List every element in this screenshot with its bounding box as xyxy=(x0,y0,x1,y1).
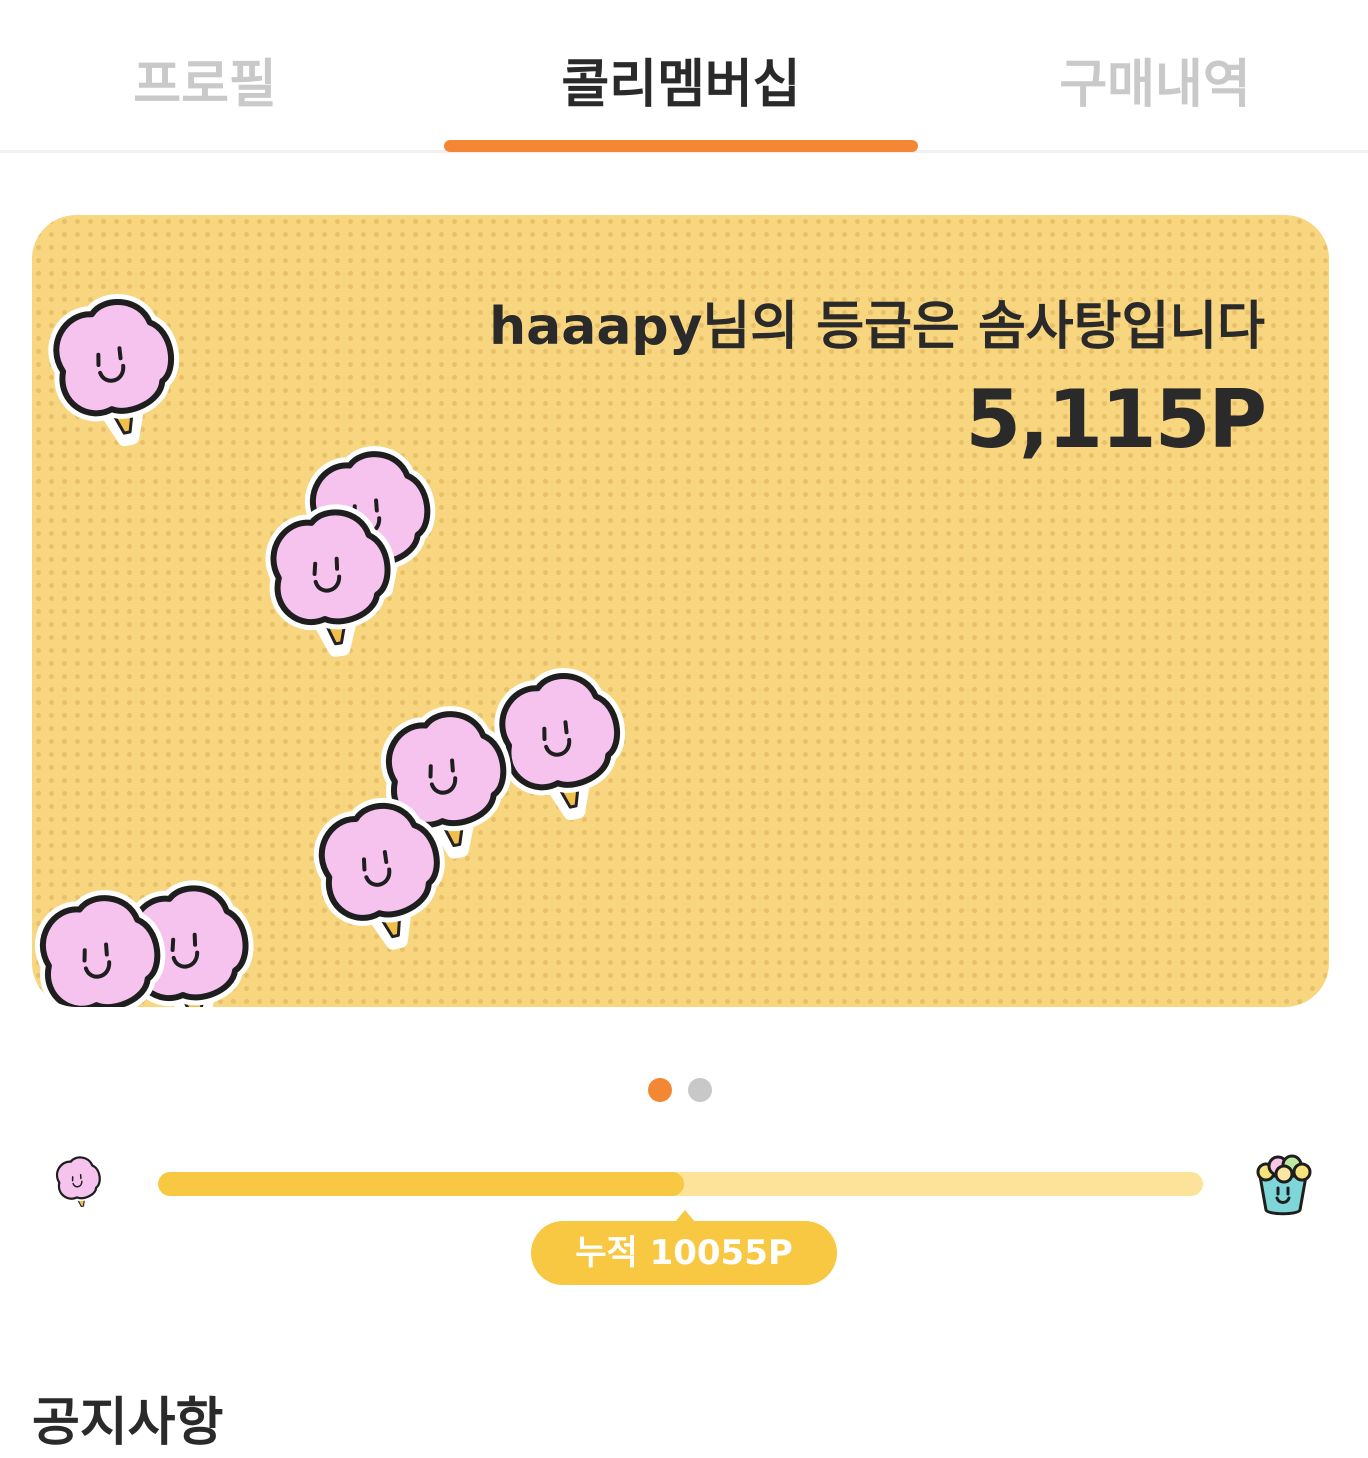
pagination-dot[interactable] xyxy=(688,1078,712,1102)
points-balance: 5,115P xyxy=(965,373,1267,466)
grade-progress-fill xyxy=(158,1172,684,1196)
grade-progress-bar xyxy=(158,1172,1203,1196)
pagination-dot-active[interactable] xyxy=(648,1078,672,1102)
grade-headline: haaapy님의 등급은 솜사탕입니다 xyxy=(489,297,1265,357)
notice-section-title: 공지사항 xyxy=(32,1393,224,1453)
cotton-candy-icon xyxy=(50,1150,106,1220)
cotton-candy-icon xyxy=(38,291,188,461)
tab-purchase-history[interactable]: 구매내역 xyxy=(1010,50,1300,120)
cotton-candy-icon xyxy=(32,887,174,1007)
popcorn-cup-icon xyxy=(1254,1154,1312,1220)
active-tab-indicator xyxy=(444,140,918,152)
membership-card[interactable]: haaapy님의 등급은 솜사탕입니다 5,115P xyxy=(32,215,1329,1007)
tab-bar: 프로필 콜리멤버십 구매내역 xyxy=(0,0,1368,153)
cumulative-points-label: 누적 10055P xyxy=(531,1221,837,1285)
cotton-candy-icon xyxy=(254,501,404,671)
cotton-candy-icon xyxy=(304,795,454,965)
tab-profile[interactable]: 프로필 xyxy=(80,50,330,120)
tab-membership[interactable]: 콜리멤버십 xyxy=(444,50,918,120)
